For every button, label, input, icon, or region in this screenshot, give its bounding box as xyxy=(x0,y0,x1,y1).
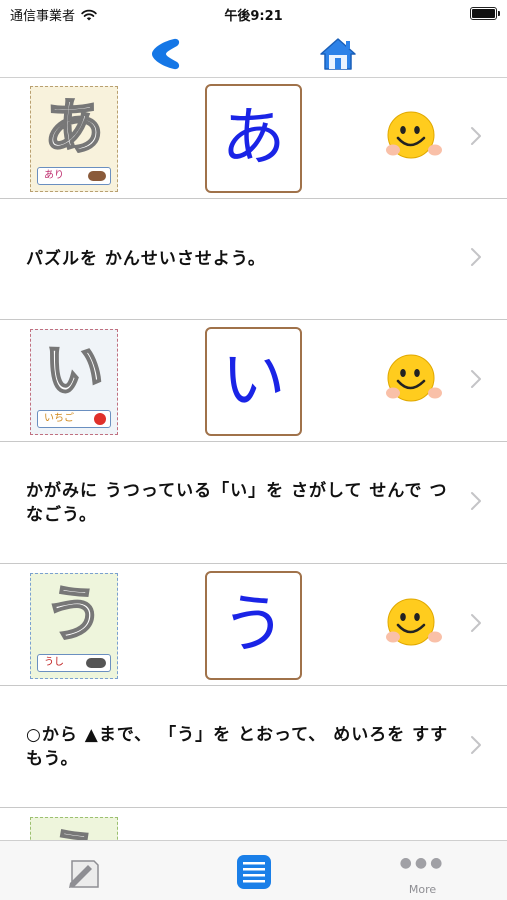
tab-more-label: More xyxy=(408,883,437,896)
navigation-bar xyxy=(0,28,507,78)
tab-list[interactable] xyxy=(169,841,338,900)
letter-tile: う xyxy=(205,571,302,680)
letter-tile: い xyxy=(205,327,302,436)
card-thumbnail: い いちご xyxy=(30,329,118,435)
home-button[interactable] xyxy=(318,36,358,72)
tab-bar: ●●● More xyxy=(0,840,507,900)
list-item[interactable]: い いちご い xyxy=(0,321,507,442)
letter-tile: あ xyxy=(205,84,302,193)
instruction-text: かがみに うつっている「い」を さがして せんで つなごう。 xyxy=(26,481,448,525)
letter-character: う xyxy=(221,588,286,662)
thumbnail-word: いちご xyxy=(37,410,111,428)
lesson-list: あ あり あ パズルを かんせいさせよう。 い いちご い かがみに うつってい… xyxy=(0,78,507,840)
thumbnail-word: あり xyxy=(37,167,111,185)
list-item[interactable]: パズルを かんせいさせよう。 xyxy=(0,199,507,320)
list-item[interactable]: え xyxy=(0,809,507,840)
chevron-right-icon xyxy=(471,127,481,145)
list-item[interactable]: かがみに うつっている「い」を さがして せんで つなごう。 xyxy=(0,443,507,564)
thumbnail-character: う xyxy=(43,579,105,651)
list-item[interactable]: あ あり あ xyxy=(0,78,507,199)
chevron-right-icon xyxy=(471,370,481,388)
thumbnail-character: え xyxy=(31,822,117,840)
list-icon xyxy=(237,855,271,889)
chevron-right-icon xyxy=(471,248,481,266)
pencil-paper-icon xyxy=(69,860,99,888)
smiley-face-icon xyxy=(386,598,442,646)
letter-character: あ xyxy=(221,101,286,175)
tab-more[interactable]: ●●● More xyxy=(338,841,507,900)
battery-icon xyxy=(470,7,500,20)
more-dots-icon: ●●● xyxy=(399,855,446,871)
status-bar: 通信事業者 午後9:21 xyxy=(0,0,507,28)
thumbnail-character: あ xyxy=(43,92,105,164)
strawberry-picture-icon xyxy=(94,413,106,425)
back-button[interactable] xyxy=(146,34,186,74)
list-item[interactable]: ○から ▲まで、 「う」を とおって、 めいろを すすもう。 xyxy=(0,687,507,808)
card-thumbnail: う うし xyxy=(30,573,118,679)
card-thumbnail: あ あり xyxy=(30,86,118,192)
tab-write[interactable] xyxy=(0,841,169,900)
thumbnail-character: い xyxy=(43,335,105,407)
letter-character: い xyxy=(221,344,286,418)
house-icon xyxy=(320,38,356,70)
clock: 午後9:21 xyxy=(224,9,283,24)
smiley-face-icon xyxy=(386,354,442,402)
smiley-face-icon xyxy=(386,111,442,159)
instruction-text: パズルを かんせいさせよう。 xyxy=(26,249,266,269)
chevron-right-icon xyxy=(471,614,481,632)
chevron-left-icon xyxy=(152,38,180,70)
chevron-right-icon xyxy=(471,736,481,754)
instruction-text: ○から ▲まで、 「う」を とおって、 めいろを すすもう。 xyxy=(26,725,449,769)
card-thumbnail: え xyxy=(30,817,118,840)
list-item[interactable]: う うし う xyxy=(0,565,507,686)
chevron-right-icon xyxy=(471,492,481,510)
cow-picture-icon xyxy=(86,658,106,668)
ant-picture-icon xyxy=(88,171,106,181)
thumbnail-word: うし xyxy=(37,654,111,672)
